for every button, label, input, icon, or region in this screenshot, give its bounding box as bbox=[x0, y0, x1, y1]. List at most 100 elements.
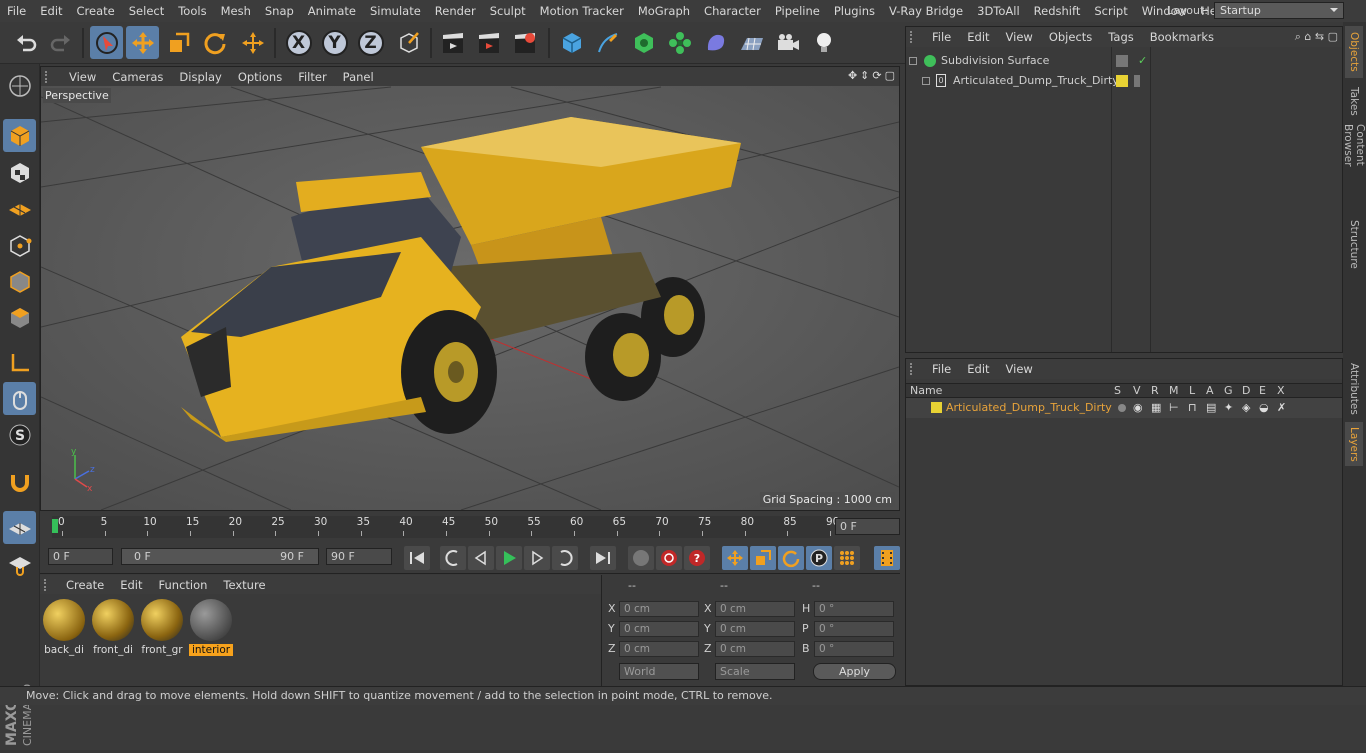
layer-col-view[interactable]: V bbox=[1133, 384, 1141, 398]
object-menu-file[interactable]: File bbox=[924, 30, 959, 44]
tab-content-browser[interactable]: Content Browser bbox=[1342, 124, 1366, 210]
next-frame-button[interactable] bbox=[524, 546, 550, 570]
timeline-ruler[interactable]: 0 5 10 15 20 25 30 35 40 45 50 55 60 65 70 75 80 85 90 bbox=[52, 516, 839, 538]
key-rotation-button[interactable] bbox=[778, 546, 804, 570]
prev-frame-button[interactable] bbox=[468, 546, 494, 570]
lock-y-axis-button[interactable]: Y bbox=[318, 26, 351, 59]
object-row[interactable]: Subdivision Surface ✓ bbox=[906, 51, 1342, 71]
object-menu-view[interactable]: View bbox=[998, 30, 1041, 44]
render-to-picture-viewer-button[interactable] bbox=[472, 26, 505, 59]
material-swatch[interactable]: front_gr bbox=[140, 599, 184, 656]
goto-start-button[interactable] bbox=[404, 546, 430, 570]
redo-button[interactable] bbox=[44, 26, 77, 59]
hierarchy-icon[interactable]: ⊢ bbox=[1169, 398, 1179, 418]
film-icon[interactable]: ▤ bbox=[1206, 398, 1216, 418]
menu-animate[interactable]: Animate bbox=[301, 0, 363, 22]
prev-key-button[interactable] bbox=[440, 546, 466, 570]
points-mode-button[interactable] bbox=[3, 229, 36, 262]
size-z-field[interactable]: 0 cm bbox=[715, 641, 795, 657]
material-menu-edit[interactable]: Edit bbox=[112, 578, 150, 592]
material-menu-create[interactable]: Create bbox=[58, 578, 112, 592]
menu-mograph[interactable]: MoGraph bbox=[631, 0, 697, 22]
coordinate-system-button[interactable] bbox=[392, 26, 425, 59]
solo-mode-button[interactable]: S bbox=[3, 418, 36, 451]
add-cube-button[interactable] bbox=[555, 26, 588, 59]
lock-x-axis-button[interactable]: X bbox=[282, 26, 315, 59]
add-deformer-button[interactable] bbox=[699, 26, 732, 59]
generator-icon[interactable]: ✦ bbox=[1224, 398, 1233, 418]
dolly-view-icon[interactable]: ⇕ bbox=[860, 69, 869, 82]
solo-dot-icon[interactable] bbox=[1118, 404, 1126, 412]
eye-icon[interactable]: ◉ bbox=[1133, 398, 1143, 418]
viewport-menu-options[interactable]: Options bbox=[230, 70, 290, 84]
material-menu-texture[interactable]: Texture bbox=[215, 578, 273, 592]
menu-character[interactable]: Character bbox=[697, 0, 768, 22]
transform-tool-button[interactable] bbox=[236, 26, 269, 59]
menu-create[interactable]: Create bbox=[70, 0, 122, 22]
orbit-view-icon[interactable]: ⟳ bbox=[872, 69, 881, 82]
layer-menu-file[interactable]: File bbox=[924, 362, 959, 376]
size-x-field[interactable]: 0 cm bbox=[715, 601, 795, 617]
menu-file[interactable]: File bbox=[0, 0, 33, 22]
position-y-field[interactable]: 0 cm bbox=[619, 621, 699, 637]
layer-col-render[interactable]: R bbox=[1151, 384, 1159, 398]
layer-row[interactable]: Articulated_Dump_Truck_Dirty ◉ ▦ ⊢ ⊓ ▤ ✦… bbox=[906, 398, 1342, 418]
menu-snap[interactable]: Snap bbox=[258, 0, 301, 22]
layer-name[interactable]: Articulated_Dump_Truck_Dirty bbox=[946, 398, 1112, 418]
menu-simulate[interactable]: Simulate bbox=[363, 0, 428, 22]
layer-menu-view[interactable]: View bbox=[998, 362, 1041, 376]
tab-takes[interactable]: Takes bbox=[1345, 82, 1363, 120]
viewport-menu-filter[interactable]: Filter bbox=[290, 70, 334, 84]
layer-color-tag-icon[interactable] bbox=[1116, 75, 1128, 87]
deformer-small-icon[interactable]: ◈ bbox=[1242, 398, 1250, 418]
autokey-button[interactable] bbox=[656, 546, 682, 570]
menu-mesh[interactable]: Mesh bbox=[214, 0, 258, 22]
rotation-p-field[interactable]: 0 ° bbox=[814, 621, 894, 637]
position-z-field[interactable]: 0 cm bbox=[619, 641, 699, 657]
menu-select[interactable]: Select bbox=[122, 0, 171, 22]
layer-menu-edit[interactable]: Edit bbox=[959, 362, 997, 376]
menu-tools[interactable]: Tools bbox=[171, 0, 213, 22]
clapper-small-icon[interactable]: ▦ bbox=[1151, 398, 1161, 418]
menu-script[interactable]: Script bbox=[1087, 0, 1134, 22]
snap-enable-button[interactable] bbox=[3, 465, 36, 498]
menu-redshift[interactable]: Redshift bbox=[1027, 0, 1088, 22]
menu-motion-tracker[interactable]: Motion Tracker bbox=[533, 0, 631, 22]
frame-range-slider[interactable]: 0 F 90 F bbox=[121, 548, 319, 565]
start-frame-field[interactable]: 0 F bbox=[48, 548, 113, 565]
add-scene-floor-button[interactable] bbox=[735, 26, 768, 59]
tab-attributes[interactable]: Attributes bbox=[1345, 360, 1363, 418]
move-tool-button[interactable] bbox=[126, 26, 159, 59]
end-frame-field[interactable]: 90 F bbox=[326, 548, 392, 565]
rotate-tool-button[interactable] bbox=[198, 26, 231, 59]
polygons-mode-button[interactable] bbox=[3, 301, 36, 334]
viewport-menu-cameras[interactable]: Cameras bbox=[104, 70, 171, 84]
model-mode-button[interactable] bbox=[3, 119, 36, 152]
object-search-icon[interactable]: ⌕ ⌂ ⇆ ▢ bbox=[1295, 30, 1338, 44]
workplane-lock-button[interactable] bbox=[3, 511, 36, 544]
tab-structure[interactable]: Structure bbox=[1345, 216, 1363, 272]
menu-edit[interactable]: Edit bbox=[33, 0, 69, 22]
add-generator-button[interactable] bbox=[627, 26, 660, 59]
layer-col-generators[interactable]: G bbox=[1224, 384, 1233, 398]
material-swatch[interactable]: front_di bbox=[91, 599, 135, 656]
layer-color-icon[interactable] bbox=[931, 402, 942, 413]
goto-end-button[interactable] bbox=[590, 546, 616, 570]
object-row[interactable]: 0 Articulated_Dump_Truck_Dirty bbox=[906, 71, 1342, 91]
layer-col-deformers[interactable]: D bbox=[1242, 384, 1250, 398]
key-parameter-button[interactable]: P bbox=[806, 546, 832, 570]
render-settings-button[interactable] bbox=[508, 26, 541, 59]
collapse-toggle-icon[interactable] bbox=[909, 57, 917, 65]
timeline-window-button[interactable] bbox=[874, 546, 900, 570]
undo-button[interactable] bbox=[9, 26, 42, 59]
material-menu-function[interactable]: Function bbox=[151, 578, 216, 592]
expression-icon[interactable]: ◒ bbox=[1259, 398, 1269, 418]
texture-mode-button[interactable] bbox=[3, 156, 36, 189]
perspective-viewport[interactable]: y z x View Cameras Display Options Filte… bbox=[40, 66, 900, 511]
expand-toggle-icon[interactable] bbox=[922, 77, 930, 85]
visibility-dots-icon[interactable] bbox=[1116, 55, 1128, 67]
key-pla-button[interactable] bbox=[834, 546, 860, 570]
menu-plugins[interactable]: Plugins bbox=[827, 0, 882, 22]
edges-mode-button[interactable] bbox=[3, 265, 36, 298]
pan-view-icon[interactable]: ✥ bbox=[848, 69, 857, 82]
